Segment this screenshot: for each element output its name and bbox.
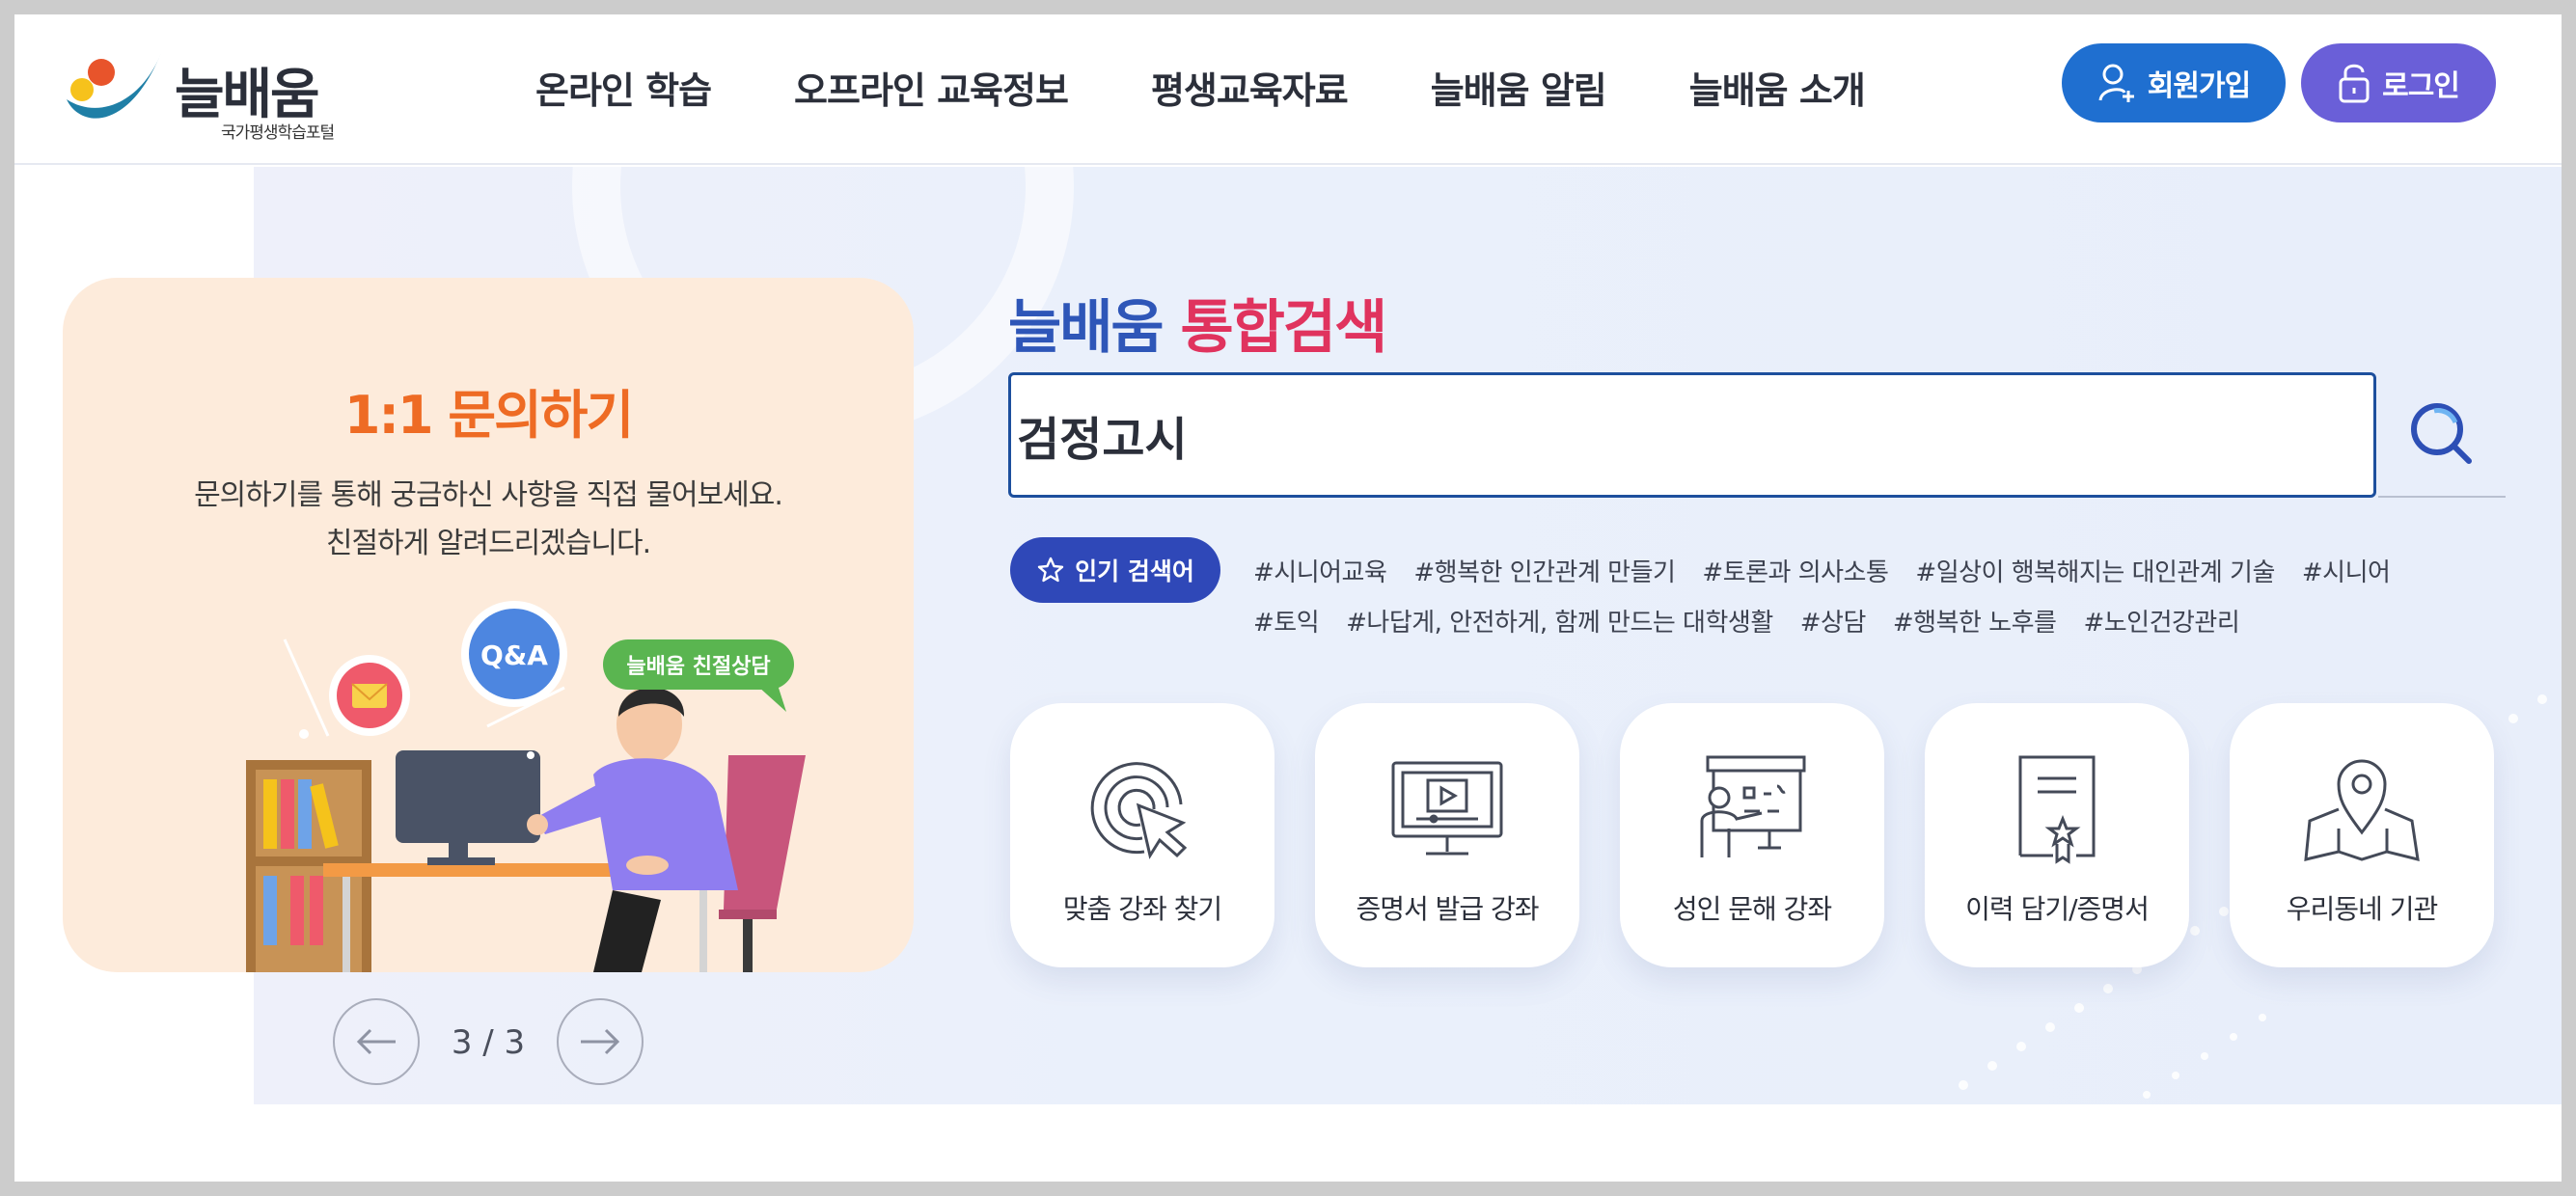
nav-offline-education[interactable]: 오프라인 교육정보 xyxy=(794,61,1069,114)
unlock-icon xyxy=(2339,64,2370,103)
certificate-document-icon xyxy=(2018,755,2096,864)
banner-description-line2: 친절하게 알려드리겠습니다. xyxy=(325,527,651,560)
nav-lifelong-materials[interactable]: 평생교육자료 xyxy=(1151,61,1349,114)
page-frame: 늘배움 국가평생학습포털 온라인 학습 오프라인 교육정보 평생교육자료 늘배움… xyxy=(14,14,2562,1182)
header: 늘배움 국가평생학습포털 온라인 학습 오프라인 교육정보 평생교육자료 늘배움… xyxy=(14,14,2562,165)
banner-description-line1: 문의하기를 통해 궁금하신 사항을 직접 물어보세요. xyxy=(194,478,783,512)
monitor-play-icon xyxy=(1391,761,1503,856)
quick-menu: 맞춤 강좌 찾기 증명서 발급 강좌 성인 문해 강좌 이력 담기/증명서 우리… xyxy=(1010,703,2494,967)
popular-label-text: 인기 검색어 xyxy=(1075,557,1194,585)
banner-title: 1:1 문의하기 xyxy=(343,385,634,446)
search-title-brand: 늘배움 xyxy=(1008,294,1165,362)
map-pin-icon xyxy=(2304,759,2420,862)
login-button[interactable]: 로그인 xyxy=(2301,43,2496,122)
quick-history-certificate[interactable]: 이력 담기/증명서 xyxy=(1925,703,2189,967)
quick-local-institutions[interactable]: 우리동네 기관 xyxy=(2230,703,2494,967)
star-icon xyxy=(1037,557,1064,583)
quick-menu-label: 우리동네 기관 xyxy=(2286,893,2438,925)
prev-slide-button[interactable] xyxy=(333,998,420,1085)
banner-pager: 3 / 3 xyxy=(333,998,661,1085)
qa-bubble-text: Q&A xyxy=(480,639,548,671)
logo-title: 늘배움 xyxy=(175,64,320,126)
quick-menu-label: 성인 문해 강좌 xyxy=(1672,893,1832,925)
next-slide-button[interactable] xyxy=(557,998,644,1085)
keyword-tag[interactable]: #행복한 인간관계 만들기 xyxy=(1413,553,1676,588)
slide-counter: 3 / 3 xyxy=(451,1023,526,1062)
keyword-tag[interactable]: #토론과 의사소통 xyxy=(1702,553,1889,588)
search-title-label: 통합검색 xyxy=(1180,294,1388,362)
login-button-label: 로그인 xyxy=(2382,69,2460,103)
quick-certificate-course[interactable]: 증명서 발급 강좌 xyxy=(1315,703,1579,967)
chat-bubble-text: 늘배움 친절상담 xyxy=(626,655,770,679)
nav-notice[interactable]: 늘배움 알림 xyxy=(1431,61,1607,114)
nav-about[interactable]: 늘배움 소개 xyxy=(1689,61,1866,114)
quick-menu-label: 이력 담기/증명서 xyxy=(1965,893,2150,925)
arrow-left-icon xyxy=(356,1028,396,1055)
promo-banner[interactable]: 1:1 문의하기 문의하기를 통해 궁금하신 사항을 직접 물어보세요. 친절하… xyxy=(63,278,914,972)
keyword-tag[interactable]: #나답게, 안전하게, 함께 만드는 대학생활 xyxy=(1346,603,1773,639)
arrow-right-icon xyxy=(581,1028,620,1055)
keyword-tag[interactable]: #행복한 노후를 xyxy=(1893,603,2057,639)
logo-subtitle: 국가평생학습포털 xyxy=(221,123,335,143)
keyword-tag[interactable]: #시니어교육 xyxy=(1253,553,1387,588)
consultation-illustration: Q&A 늘배움 친절상담 xyxy=(246,601,806,972)
quick-menu-label: 맞춤 강좌 찾기 xyxy=(1062,893,1222,925)
quick-custom-course[interactable]: 맞춤 강좌 찾기 xyxy=(1010,703,1274,967)
tag-row-2: #토익 #나답게, 안전하게, 함께 만드는 대학생활 #상담 #행복한 노후를… xyxy=(1253,595,2507,645)
tag-row-1: #시니어교육 #행복한 인간관계 만들기 #토론과 의사소통 #일상이 행복해지… xyxy=(1253,545,2507,595)
keyword-tag[interactable]: #토익 xyxy=(1253,603,1320,639)
teacher-board-icon xyxy=(1700,755,1806,857)
main-nav: 온라인 학습 오프라인 교육정보 평생교육자료 늘배움 알림 늘배움 소개 xyxy=(535,61,1948,114)
nav-online-learning[interactable]: 온라인 학습 xyxy=(535,61,712,114)
keyword-tag[interactable]: #시니어 xyxy=(2302,553,2391,588)
search-icon xyxy=(2411,403,2472,464)
popular-keywords: #시니어교육 #행복한 인간관계 만들기 #토론과 의사소통 #일상이 행복해지… xyxy=(1253,545,2507,645)
target-cursor-icon xyxy=(1090,762,1188,859)
join-button-label: 회원가입 xyxy=(2147,69,2251,103)
user-add-icon xyxy=(2098,64,2134,102)
site-logo[interactable]: 늘배움 국가평생학습포털 xyxy=(61,38,350,144)
keyword-tag[interactable]: #일상이 행복해지는 대인관계 기술 xyxy=(1915,553,2275,588)
keyword-tag[interactable]: #상담 xyxy=(1800,603,1867,639)
logo-mark-icon xyxy=(67,53,161,119)
search-input[interactable] xyxy=(1008,372,2376,498)
keyword-tag[interactable]: #노인건강관리 xyxy=(2083,603,2239,639)
join-button[interactable]: 회원가입 xyxy=(2062,43,2286,122)
search-title: 늘배움 통합검색 xyxy=(1008,281,1388,365)
quick-menu-label: 증명서 발급 강좌 xyxy=(1356,893,1539,925)
hero-section: 1:1 문의하기 문의하기를 통해 궁금하신 사항을 직접 물어보세요. 친절하… xyxy=(14,167,2562,1112)
search-button[interactable] xyxy=(2378,372,2506,498)
quick-literacy-course[interactable]: 성인 문해 강좌 xyxy=(1620,703,1884,967)
popular-keywords-label: 인기 검색어 xyxy=(1010,537,1220,603)
